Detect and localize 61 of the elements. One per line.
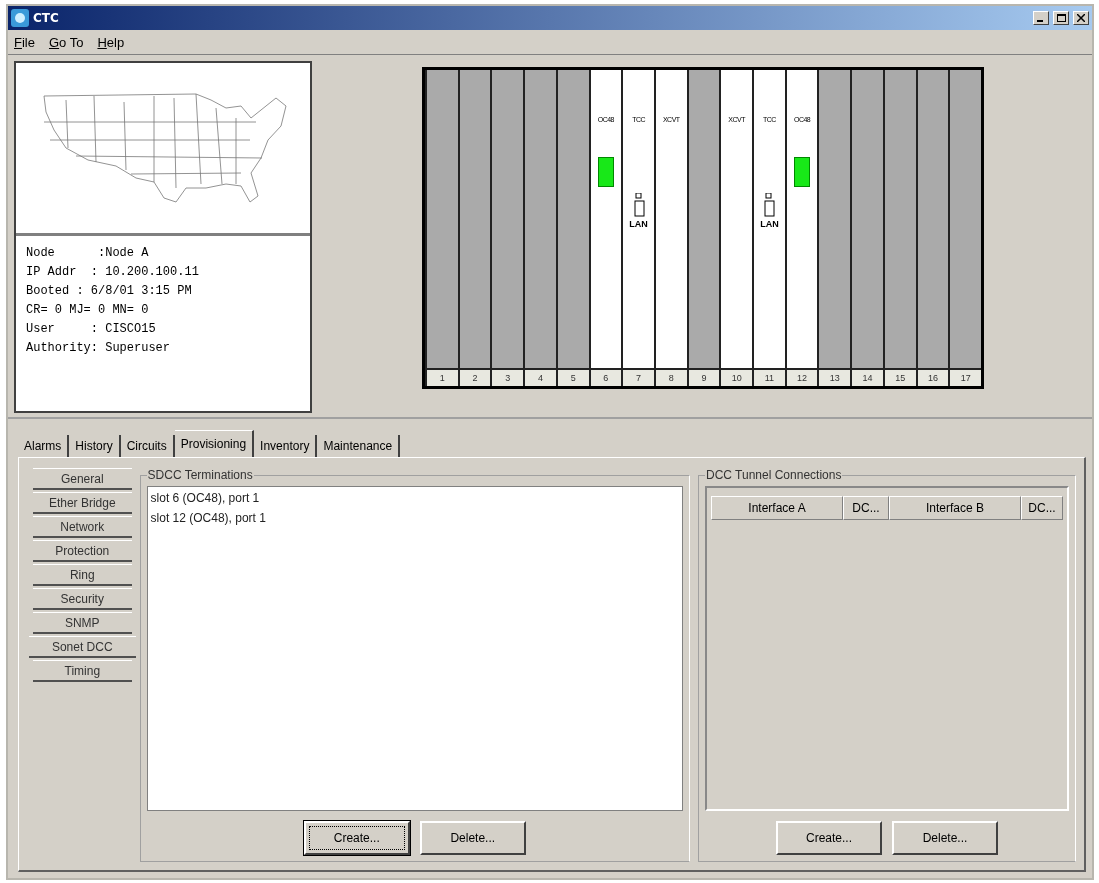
- slot-number: 7: [621, 368, 654, 386]
- list-item[interactable]: slot 6 (OC48), port 1: [150, 491, 679, 505]
- column-header[interactable]: DC...: [843, 496, 889, 520]
- node-info-line: Node :Node A: [26, 245, 150, 262]
- app-icon: [11, 9, 29, 27]
- node-info-line: CR= 0 MJ= 0 MN= 0: [26, 302, 150, 319]
- window-title: CTC: [33, 11, 60, 25]
- group-title: DCC Tunnel Connections: [705, 468, 843, 482]
- led-icon: [597, 157, 614, 187]
- port-label: LAN: [760, 219, 779, 229]
- slot-number: 2: [457, 368, 491, 386]
- node-info-line: IP Addr : 10.200.100.11: [26, 264, 200, 281]
- action-button[interactable]: Create...: [303, 821, 410, 855]
- menu-item[interactable]: File: [14, 34, 35, 50]
- slot-number: 8: [653, 368, 687, 386]
- subtab[interactable]: General: [33, 468, 132, 490]
- subtab[interactable]: Timing: [33, 660, 132, 682]
- menu-item[interactable]: Help: [97, 34, 125, 50]
- slot-number: 10: [719, 368, 753, 386]
- slot-number: 12: [784, 368, 818, 386]
- action-button[interactable]: Delete...: [892, 821, 998, 855]
- list-item[interactable]: slot 12 (OC48), port 1: [150, 511, 679, 525]
- slot-number: 6: [588, 368, 622, 386]
- slot-number: 9: [686, 368, 720, 386]
- group-title: SDCC Terminations: [146, 468, 254, 482]
- slot-number: 1: [425, 368, 458, 386]
- column-header[interactable]: Interface B: [889, 496, 1021, 520]
- close-icon: [1077, 14, 1085, 22]
- node-info-line: Authority: Superuser: [26, 340, 172, 357]
- node-info-line: User : CISCO15: [26, 321, 157, 338]
- action-button[interactable]: Delete...: [419, 821, 526, 855]
- minimize-button[interactable]: [1033, 11, 1049, 25]
- tab[interactable]: Provisioning: [174, 430, 255, 457]
- subtab[interactable]: Sonet DCC: [29, 636, 136, 658]
- port-icon: [631, 193, 646, 217]
- port-icon: [762, 193, 777, 217]
- node-info-line: Booted : 6/8/01 3:15 PM: [26, 283, 193, 300]
- led-icon: [794, 157, 811, 187]
- slot-number: 15: [882, 368, 916, 386]
- subtab[interactable]: Protection: [33, 540, 132, 562]
- close-button[interactable]: [1073, 11, 1089, 25]
- slot-number: 16: [915, 368, 949, 386]
- slot-number: 5: [555, 368, 589, 386]
- subtab[interactable]: Network: [33, 516, 132, 538]
- subtab[interactable]: SNMP: [33, 612, 132, 634]
- subtab[interactable]: Security: [33, 588, 132, 610]
- slot-number: 17: [948, 368, 981, 386]
- slot-number: 11: [752, 368, 785, 386]
- subtab[interactable]: Ether Bridge: [33, 492, 132, 514]
- maximize-icon: [1056, 14, 1066, 22]
- column-header[interactable]: DC...: [1021, 496, 1063, 520]
- maximize-button[interactable]: [1053, 11, 1069, 25]
- slot-number: 4: [523, 368, 556, 386]
- subtab[interactable]: Ring: [33, 564, 132, 586]
- slot-number: 13: [817, 368, 851, 386]
- column-header[interactable]: Interface A: [711, 496, 843, 520]
- slot-number: 14: [850, 368, 883, 386]
- port-label: LAN: [629, 219, 648, 229]
- slot-number: 3: [490, 368, 524, 386]
- action-button[interactable]: Create...: [776, 821, 882, 855]
- menu-item[interactable]: Go To: [48, 34, 84, 50]
